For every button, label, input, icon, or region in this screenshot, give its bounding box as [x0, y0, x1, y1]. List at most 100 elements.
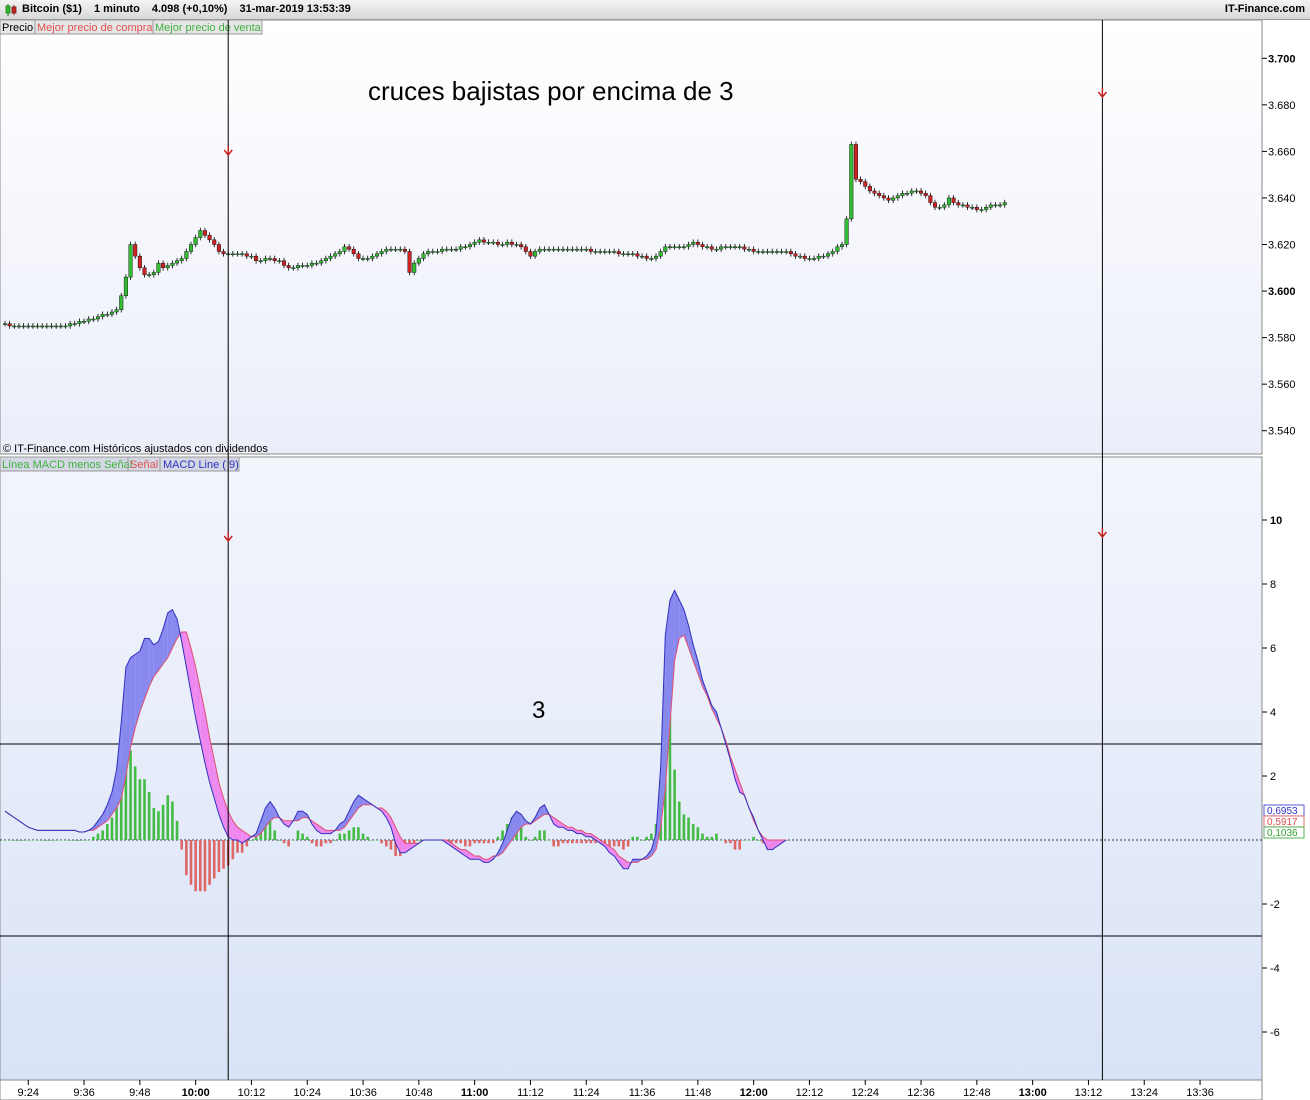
histogram-bar-positive [36, 840, 39, 841]
brand-label: IT-Finance.com [1224, 3, 1305, 15]
candle-up [900, 193, 905, 196]
candle-up [375, 253, 380, 257]
candle-up [970, 207, 975, 209]
candle-down [407, 251, 412, 273]
histogram-bar-positive [533, 836, 537, 840]
candle-up [612, 251, 617, 253]
candle-up [235, 253, 240, 256]
histogram-bar-positive [40, 840, 44, 841]
histogram-bar-negative [473, 840, 476, 844]
candle-down [742, 246, 747, 250]
histogram-bar-positive [166, 795, 170, 840]
candle-up [574, 248, 579, 251]
histogram-bar-positive [78, 840, 81, 841]
histogram-bar-positive [250, 840, 253, 841]
histogram-bar-positive [701, 833, 704, 840]
candle-up [426, 251, 431, 255]
candle-up [914, 190, 919, 193]
candle-up [100, 314, 105, 317]
candle-down [207, 234, 212, 241]
histogram-bar-negative [733, 840, 737, 850]
histogram-bar-positive [147, 792, 151, 840]
histogram-bar-positive [3, 840, 7, 841]
candle-up [593, 251, 598, 253]
candle-down [951, 197, 956, 203]
histogram-bar-positive [22, 840, 25, 841]
title-bar: Bitcoin ($1) 1 minuto 4.098 (+0,10%) 31-… [0, 0, 1310, 20]
candle-up [165, 265, 170, 268]
histogram-bar-negative [222, 840, 225, 869]
candle-up [667, 246, 672, 249]
candle-up [733, 246, 738, 249]
candle-up [309, 262, 314, 266]
candle-up [570, 248, 575, 251]
histogram-bar-negative [459, 840, 462, 844]
macd-y-tick-label: 4 [1270, 707, 1276, 719]
histogram-bar-positive [524, 836, 528, 840]
histogram-bar-positive [87, 840, 90, 841]
histogram-bar-positive [696, 827, 700, 840]
histogram-bar-positive [333, 840, 337, 841]
histogram-bar-negative [487, 840, 490, 844]
value-badge-label: 0,1036 [1267, 828, 1298, 839]
candle-up [72, 323, 77, 325]
candle-up [979, 209, 984, 211]
candle-up [774, 251, 779, 253]
candle-up [105, 314, 110, 316]
candle-down [202, 230, 207, 236]
x-tick-label: 11:48 [684, 1087, 711, 1099]
x-tick-label: 12:48 [963, 1087, 991, 1099]
histogram-bar-positive [54, 840, 58, 841]
histogram-bar-positive [743, 840, 746, 841]
price-annotation: cruces bajistas por encima de 3 [368, 76, 734, 106]
candle-up [26, 325, 31, 328]
histogram-bar-positive [106, 824, 109, 840]
histogram-bar-positive [110, 817, 114, 840]
candle-up [3, 323, 7, 325]
histogram-bar-positive [133, 766, 137, 840]
histogram-bar-positive [64, 840, 67, 841]
candle-down [635, 253, 640, 257]
candle-up [760, 251, 765, 253]
candle-up [840, 244, 845, 248]
chart-area[interactable]: Precio Mejor precio de compra Mejor prec… [0, 20, 1310, 1100]
candle-down [356, 253, 361, 259]
candle-down [523, 246, 528, 252]
candle-up [691, 241, 696, 245]
histogram-bar-negative [319, 840, 323, 847]
candle-up [230, 253, 235, 256]
candle-up [835, 246, 840, 252]
candle-up [654, 255, 659, 259]
candle-up [844, 218, 849, 245]
candle-up [677, 246, 682, 249]
histogram-bar-positive [68, 840, 72, 841]
histogram-bar-negative [557, 840, 560, 847]
candle-down [863, 181, 868, 187]
candle-up [384, 248, 389, 252]
histogram-bar-positive [31, 840, 35, 841]
candle-up [491, 241, 496, 244]
candle-up [821, 255, 826, 258]
interval-label: 1 minuto [93, 3, 140, 15]
candle-up [365, 258, 370, 260]
candle-down [481, 239, 486, 243]
candle-up [826, 253, 831, 257]
candle-up [86, 318, 91, 322]
macd-plot-background [0, 456, 1263, 1081]
legend-signal: Señal [130, 459, 158, 471]
candle-up [770, 251, 775, 253]
candle-down [519, 244, 524, 248]
candle-up [658, 251, 663, 257]
candle-up [458, 246, 463, 250]
candle-up [830, 251, 835, 255]
candle-up [68, 323, 73, 327]
candle-up [798, 255, 803, 258]
candle-up [533, 251, 538, 257]
candle-up [263, 258, 268, 261]
candle-up [147, 274, 152, 276]
candle-up [486, 241, 491, 244]
candle-down [528, 251, 533, 257]
price-y-tick-label: 3.680 [1268, 100, 1296, 112]
candle-up [756, 251, 761, 253]
histogram-bar-positive [710, 836, 714, 840]
